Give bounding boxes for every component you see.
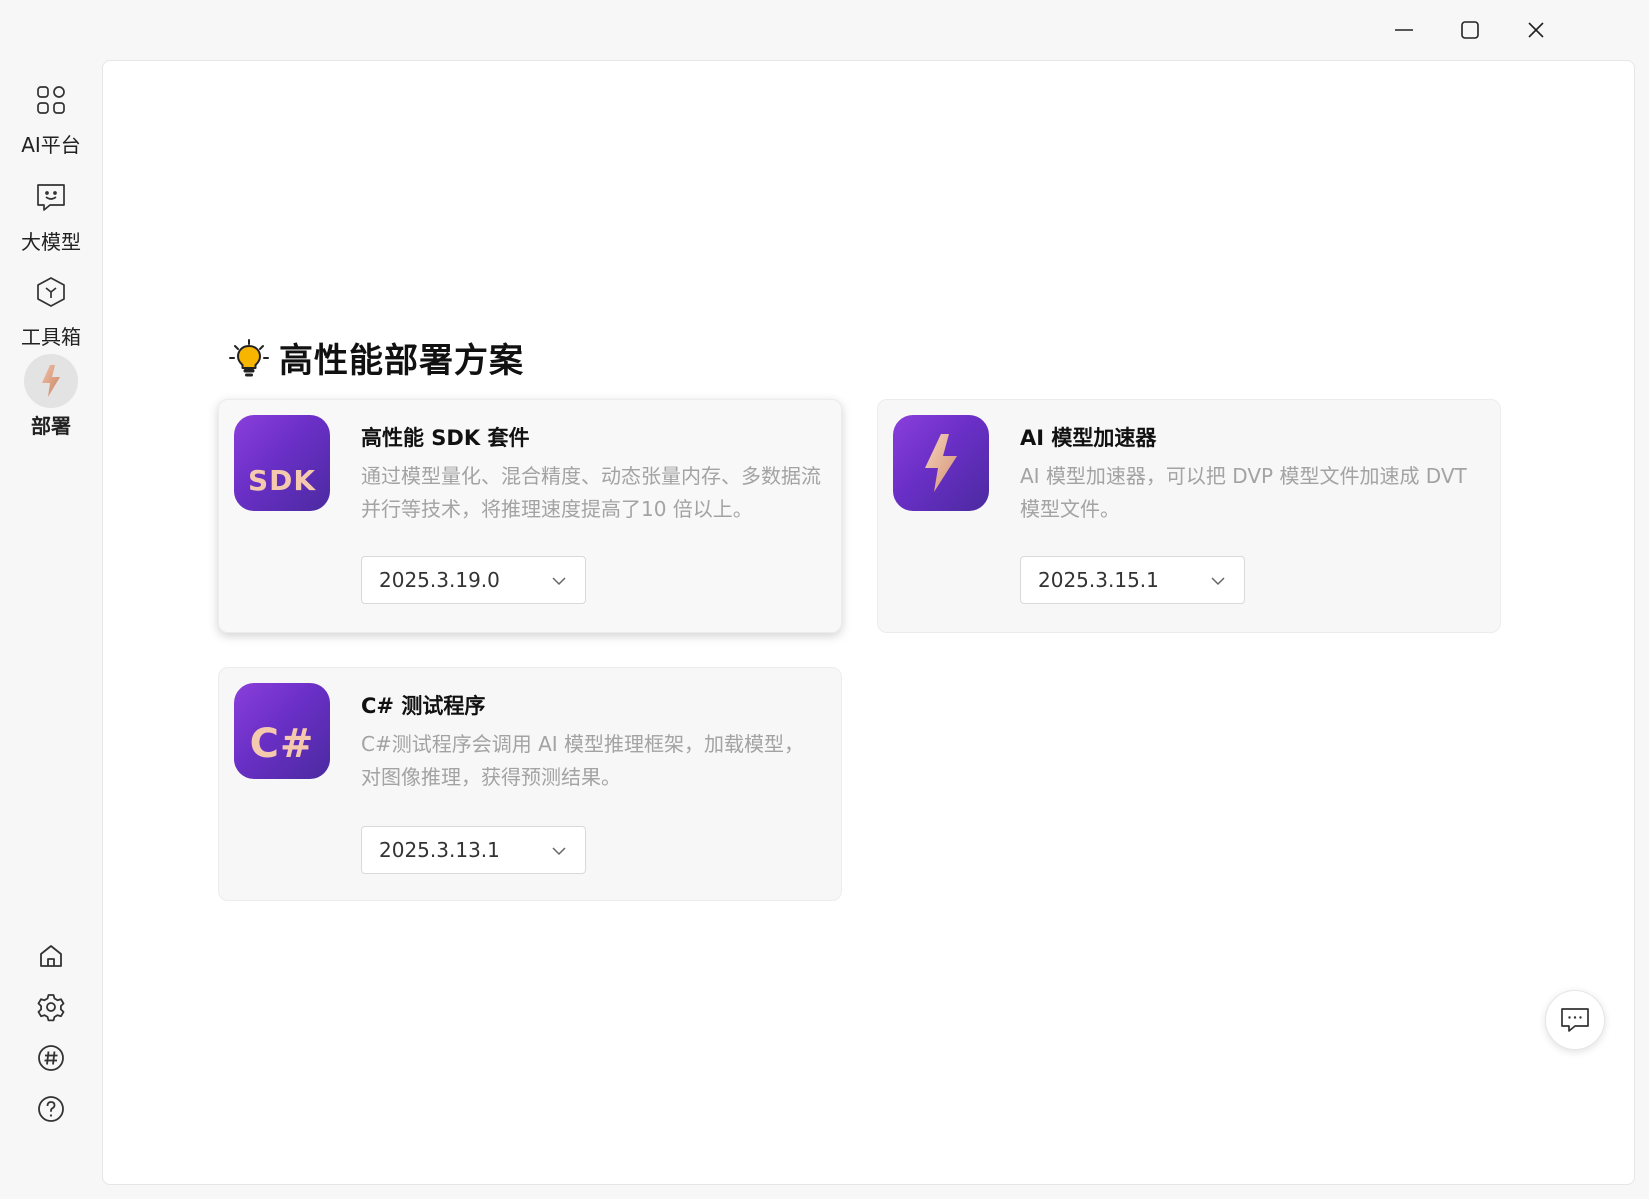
help-button[interactable] xyxy=(31,1089,71,1129)
home-icon xyxy=(40,945,62,967)
close-icon xyxy=(1528,22,1544,38)
sidebar-item-label: AI平台 xyxy=(21,133,81,157)
lightning-icon xyxy=(925,434,957,492)
sidebar-item-label: 大模型 xyxy=(21,230,81,254)
sidebar-item-ai-platform[interactable]: AI平台 xyxy=(0,73,102,167)
card-description: C#测试程序会调用 AI 模型推理框架，加载模型，对图像推理，获得预测结果。 xyxy=(361,732,805,789)
card-title: AI 模型加速器 xyxy=(1020,426,1157,450)
deploy-card-csharp[interactable]: C# C# 测试程序 C#测试程序会调用 AI 模型推理框架，加载模型，对图像推… xyxy=(218,667,842,901)
minimize-button[interactable] xyxy=(1378,8,1430,52)
settings-icon xyxy=(37,994,65,1022)
sidebar: AI平台 大模型 工具箱 部署 xyxy=(0,58,102,1199)
home-button[interactable] xyxy=(31,936,71,976)
grid-icon xyxy=(24,73,78,127)
cube-icon xyxy=(24,265,78,319)
chevron-down-icon xyxy=(552,847,566,856)
chat-bubble-icon xyxy=(1561,1008,1589,1032)
version-select[interactable]: 2025.3.13.1 xyxy=(361,826,586,874)
sidebar-item-deploy[interactable]: 部署 xyxy=(0,354,102,448)
main-panel: 高性能部署方案 SDK 高性能 SDK 套件 通过模型量化、混合精度、动态张量内… xyxy=(102,60,1635,1185)
section-title: 高性能部署方案 xyxy=(279,341,524,381)
close-button[interactable] xyxy=(1510,8,1562,52)
version-select[interactable]: 2025.3.15.1 xyxy=(1020,556,1245,604)
lightning-icon xyxy=(24,354,78,408)
sdk-logo-text: SDK xyxy=(247,463,317,497)
title-bar xyxy=(0,0,1649,58)
sidebar-item-label: 部署 xyxy=(31,414,71,438)
lightbulb-icon xyxy=(229,338,269,376)
version-value: 2025.3.15.1 xyxy=(1038,568,1159,592)
card-title: 高性能 SDK 套件 xyxy=(361,426,530,450)
csharp-logo-text: C# xyxy=(249,721,315,767)
card-description: 通过模型量化、混合精度、动态张量内存、多数据流并行等技术，将推理速度提高了10 … xyxy=(361,464,821,521)
hashtag-icon xyxy=(38,1045,64,1071)
deploy-card-accelerator[interactable]: AI 模型加速器 AI 模型加速器，可以把 DVP 模型文件加速成 DVT 模型… xyxy=(877,399,1501,633)
deploy-card-sdk[interactable]: SDK 高性能 SDK 套件 通过模型量化、混合精度、动态张量内存、多数据流并行… xyxy=(218,399,842,633)
sdk-logo: SDK xyxy=(234,415,330,511)
help-icon xyxy=(38,1096,64,1122)
section-header: 高性能部署方案 xyxy=(229,333,524,382)
chevron-down-icon xyxy=(552,577,566,586)
csharp-logo: C# xyxy=(234,683,330,779)
version-value: 2025.3.13.1 xyxy=(379,838,500,862)
card-title: C# 测试程序 xyxy=(361,694,486,718)
sidebar-item-toolbox[interactable]: 工具箱 xyxy=(0,265,102,359)
community-button[interactable] xyxy=(31,1038,71,1078)
settings-button[interactable] xyxy=(31,987,71,1027)
maximize-icon xyxy=(1461,21,1479,39)
card-description: AI 模型加速器，可以把 DVP 模型文件加速成 DVT 模型文件。 xyxy=(1020,464,1467,521)
accelerator-logo xyxy=(893,415,989,511)
chevron-down-icon xyxy=(1211,577,1225,586)
maximize-button[interactable] xyxy=(1444,8,1496,52)
chat-face-icon xyxy=(24,170,78,224)
chat-support-button[interactable] xyxy=(1545,990,1605,1050)
version-select[interactable]: 2025.3.19.0 xyxy=(361,556,586,604)
minimize-icon xyxy=(1395,29,1413,31)
sidebar-item-label: 工具箱 xyxy=(21,325,81,349)
version-value: 2025.3.19.0 xyxy=(379,568,500,592)
sidebar-item-llm[interactable]: 大模型 xyxy=(0,170,102,264)
